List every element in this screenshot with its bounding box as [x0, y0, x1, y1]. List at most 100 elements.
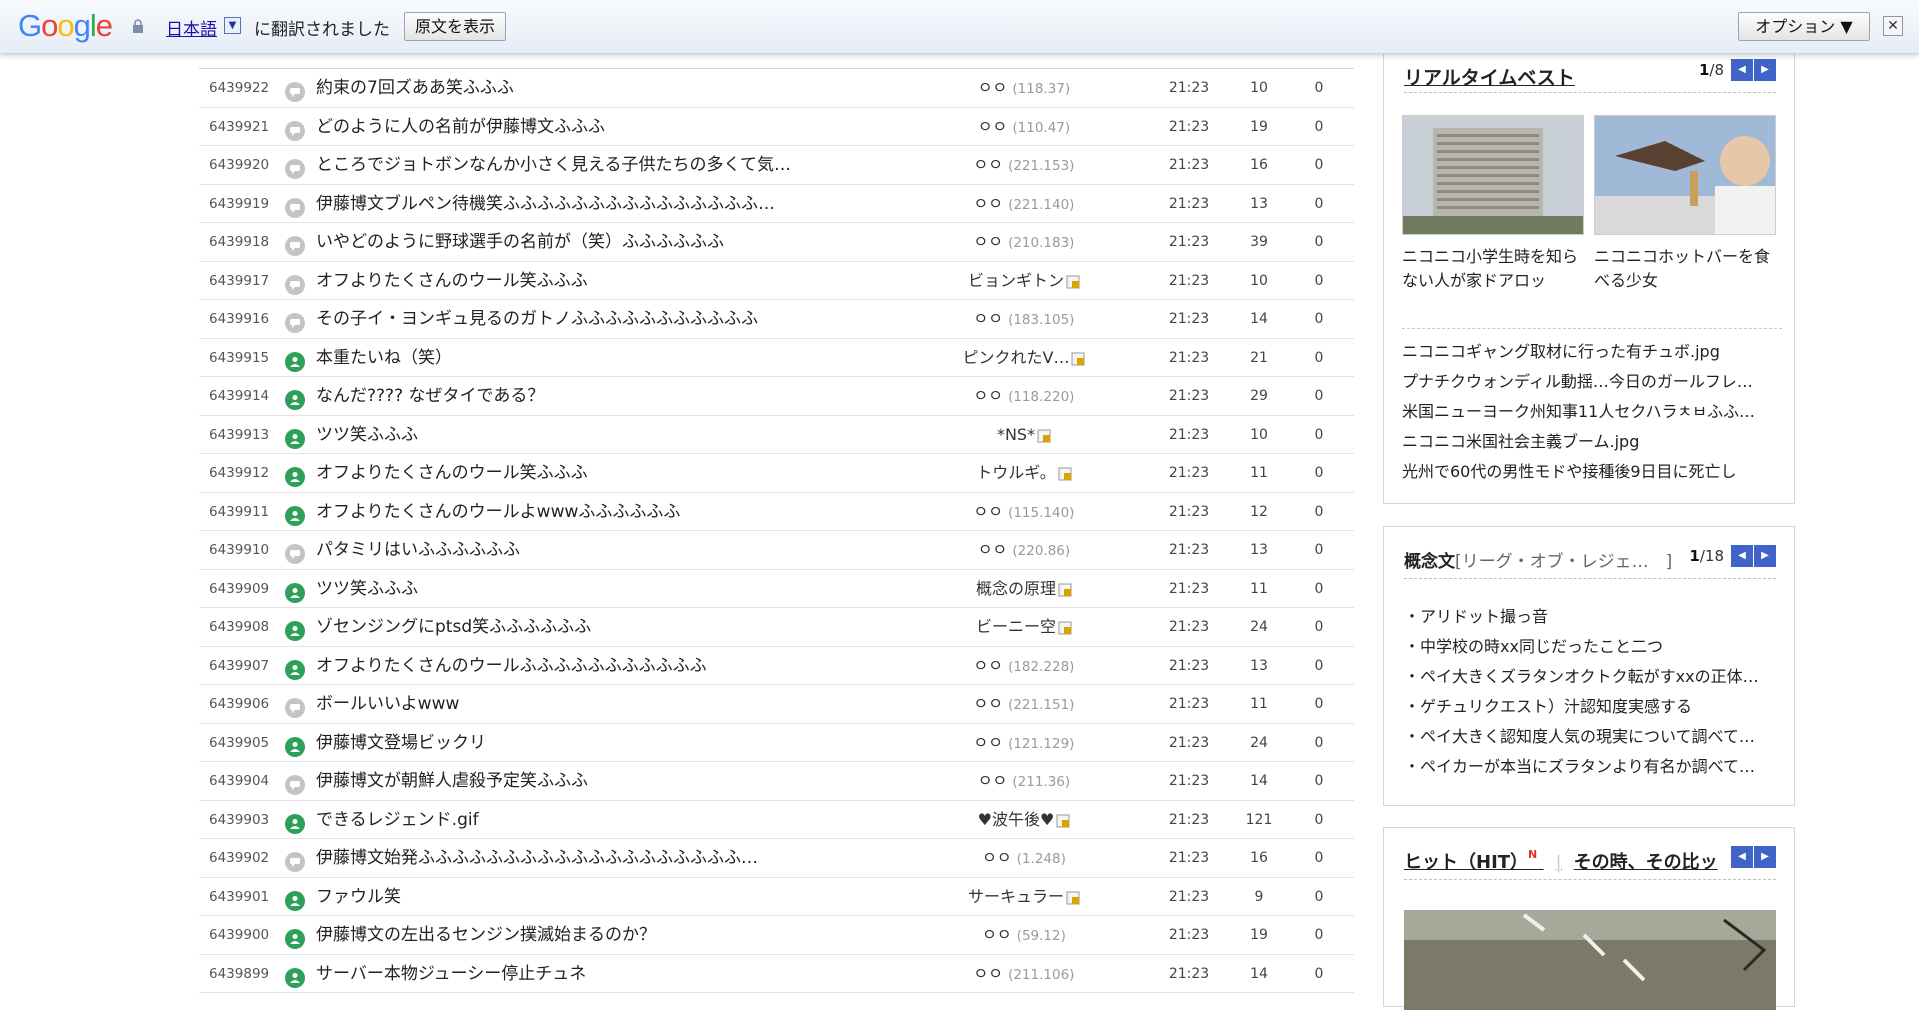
- language-dropdown-icon[interactable]: ▼: [224, 17, 241, 34]
- post-title[interactable]: できるレジェンド.gif: [316, 801, 821, 839]
- post-author[interactable]: ㅇㅇ (183.105): [899, 300, 1149, 338]
- concept-subtitle[interactable]: [リーグ・オブ・レジェ… ]: [1455, 552, 1672, 572]
- post-title[interactable]: サーバー本物ジューシー停止チュネ: [316, 955, 821, 993]
- post-author[interactable]: ㅇㅇ (221.153): [899, 146, 1149, 184]
- author-name[interactable]: ㅇㅇ: [974, 155, 1003, 174]
- author-name[interactable]: サーキュラー: [968, 887, 1064, 906]
- author-name[interactable]: ビョンギトン: [968, 271, 1064, 290]
- post-author[interactable]: ㅇㅇ (110.47): [899, 108, 1149, 146]
- author-name[interactable]: *NS*: [997, 425, 1035, 444]
- author-name[interactable]: ㅇㅇ: [982, 848, 1011, 867]
- hit-image[interactable]: [1404, 910, 1776, 1010]
- post-author[interactable]: ㅇㅇ (211.106): [899, 955, 1149, 993]
- post-author[interactable]: ビョンギトン: [899, 262, 1149, 300]
- post-author[interactable]: ㅇㅇ (220.86): [899, 531, 1149, 569]
- post-author[interactable]: ♥波午後♥: [899, 801, 1149, 839]
- post-title[interactable]: 約束の7回ズああ笑ふふふ: [316, 69, 821, 107]
- table-row[interactable]: 6439905 伊藤博文登場ビックリ ㅇㅇ (121.129) 21:23 24 0: [199, 724, 1354, 762]
- author-name[interactable]: ㅇㅇ: [974, 733, 1003, 752]
- post-title[interactable]: どのように人の名前が伊藤博文ふふふ: [316, 108, 821, 146]
- author-name[interactable]: ピンクれたV…: [963, 348, 1070, 367]
- post-author[interactable]: ㅇㅇ (59.12): [899, 916, 1149, 954]
- post-title[interactable]: なんだ???? なぜタイである？: [316, 377, 821, 415]
- list-item[interactable]: プナチクウォンディル動揺…今日のガールフレ…: [1402, 367, 1782, 397]
- table-row[interactable]: 6439903 できるレジェンド.gif ♥波午後♥ 21:23 121 0: [199, 801, 1354, 839]
- author-name[interactable]: トウルギ。: [976, 463, 1056, 482]
- prev-arrow-icon[interactable]: ◀: [1731, 59, 1753, 81]
- author-name[interactable]: 概念の原理: [976, 579, 1056, 598]
- table-row[interactable]: 6439916 その子イ・ヨンギュ見るのガトノふふふふふふふふふふふ ㅇㅇ (183…: [199, 300, 1354, 339]
- post-author[interactable]: 概念の原理: [899, 570, 1149, 608]
- close-icon[interactable]: ✕: [1883, 16, 1903, 36]
- thumb-image-bird[interactable]: [1594, 115, 1776, 235]
- author-name[interactable]: ㅇㅇ: [974, 694, 1003, 713]
- list-item[interactable]: ニコニコ米国社会主義ブーム.jpg: [1402, 427, 1782, 457]
- prev-arrow-icon[interactable]: ◀: [1731, 545, 1753, 567]
- post-title[interactable]: いやどのように野球選手の名前が（笑）ふふふふふふ: [316, 223, 821, 261]
- show-original-button[interactable]: 原文を表示: [404, 12, 507, 41]
- table-row[interactable]: 6439919 伊藤博文ブルペン待機笑ふふふふふふふふふふふふふふふ… ㅇㅇ (22…: [199, 185, 1354, 223]
- author-name[interactable]: ㅇㅇ: [978, 540, 1007, 559]
- post-title[interactable]: その子イ・ヨンギュ見るのガトノふふふふふふふふふふふ: [316, 300, 821, 338]
- next-arrow-icon[interactable]: ▶: [1754, 59, 1776, 81]
- hit-title[interactable]: ヒット（HIT）: [1404, 852, 1528, 873]
- post-author[interactable]: ㅇㅇ (118.37): [899, 69, 1149, 107]
- author-name[interactable]: ㅇㅇ: [974, 194, 1003, 213]
- post-author[interactable]: ピンクれたV…: [899, 339, 1149, 377]
- post-author[interactable]: ㅇㅇ (115.140): [899, 493, 1149, 531]
- post-title[interactable]: ツツ笑ふふふ: [316, 570, 821, 608]
- post-author[interactable]: トウルギ。: [899, 454, 1149, 492]
- thumb-caption[interactable]: ニコニコ小学生時を知らない人が家ドアロッ: [1402, 245, 1584, 293]
- next-arrow-icon[interactable]: ▶: [1754, 846, 1776, 868]
- thumb-image-apartment[interactable]: [1402, 115, 1584, 235]
- table-row[interactable]: 6439913 ツツ笑ふふふ *NS* 21:23 10 0: [199, 416, 1354, 454]
- list-item[interactable]: ・中学校の時xx同じだったこと二つ: [1404, 632, 1784, 662]
- author-name[interactable]: ㅇㅇ: [974, 964, 1003, 983]
- post-author[interactable]: ㅇㅇ (221.151): [899, 685, 1149, 723]
- table-row[interactable]: 6439904 伊藤博文が朝鮮人虐殺予定笑ふふふ ㅇㅇ (211.36) 21:23 1…: [199, 762, 1354, 801]
- list-item[interactable]: ・アリドット撮っ音: [1404, 602, 1784, 632]
- table-row[interactable]: 6439914 なんだ???? なぜタイである？ ㅇㅇ (118.220) 21:23…: [199, 377, 1354, 416]
- post-title[interactable]: オフよりたくさんのウール笑ふふふ: [316, 454, 821, 492]
- list-item[interactable]: 光州で60代の男性モドや接種後9日目に死亡し: [1402, 457, 1782, 487]
- post-title[interactable]: パタミリはいふふふふふふ: [316, 531, 821, 569]
- post-title[interactable]: 伊藤博文が朝鮮人虐殺予定笑ふふふ: [316, 762, 821, 800]
- list-item[interactable]: 米国ニューヨーク州知事11人セクハラㅊㅂふふ…: [1402, 397, 1782, 427]
- post-title[interactable]: 伊藤博文始発ふふふふふふふふふふふふふふふふふふふ…: [316, 839, 821, 877]
- table-row[interactable]: 6439906 ボールいいよwww ㅇㅇ (221.151) 21:23 11 0: [199, 685, 1354, 724]
- thumb-item[interactable]: ニコニコホットバーを食べる少女: [1594, 115, 1776, 293]
- list-item[interactable]: ・ペイカーが本当にズラタンより有名か調べて…: [1404, 752, 1784, 782]
- post-author[interactable]: ㅇㅇ (121.129): [899, 724, 1149, 762]
- list-item[interactable]: ・ペイ大きく認知度人気の現実について調べて…: [1404, 722, 1784, 752]
- post-title[interactable]: ファウル笑: [316, 878, 821, 916]
- options-button[interactable]: オプション ▼: [1738, 12, 1870, 41]
- concept-title[interactable]: 概念文: [1404, 552, 1455, 572]
- table-row[interactable]: 6439921 どのように人の名前が伊藤博文ふふふ ㅇㅇ (110.47) 21:23…: [199, 108, 1354, 146]
- post-author[interactable]: ㅇㅇ (1.248): [899, 839, 1149, 877]
- post-title[interactable]: 本重たいね（笑）: [316, 339, 821, 377]
- list-item[interactable]: ・ゲチュリクエスト）汁認知度実感する: [1404, 692, 1784, 722]
- language-link[interactable]: 日本語: [166, 15, 217, 40]
- author-name[interactable]: ビーニー空: [976, 617, 1056, 636]
- post-author[interactable]: サーキュラー: [899, 878, 1149, 916]
- post-title[interactable]: ボールいいよwww: [316, 685, 821, 723]
- prev-arrow-icon[interactable]: ◀: [1731, 846, 1753, 868]
- thumb-item[interactable]: ニコニコ小学生時を知らない人が家ドアロッ: [1402, 115, 1584, 293]
- author-name[interactable]: ㅇㅇ: [982, 925, 1011, 944]
- post-title[interactable]: 伊藤博文の左出るセンジン撲滅始まるのか？: [316, 916, 821, 954]
- post-author[interactable]: ㅇㅇ (221.140): [899, 185, 1149, 223]
- post-title[interactable]: オフよりたくさんのウールふふふふふふふふふふふ: [316, 647, 821, 685]
- post-author[interactable]: ビーニー空: [899, 608, 1149, 646]
- table-row[interactable]: 6439900 伊藤博文の左出るセンジン撲滅始まるのか？ ㅇㅇ (59.12) 21:…: [199, 916, 1354, 955]
- table-row[interactable]: 6439899 サーバー本物ジューシー停止チュネ ㅇㅇ (211.106) 21:23…: [199, 955, 1354, 993]
- table-row[interactable]: 6439909 ツツ笑ふふふ 概念の原理 21:23 11 0: [199, 570, 1354, 608]
- table-row[interactable]: 6439901 ファウル笑 サーキュラー 21:23 9 0: [199, 878, 1354, 916]
- post-title[interactable]: ゾセンジングにptsd笑ふふふふふふ: [316, 608, 821, 646]
- author-name[interactable]: ㅇㅇ: [974, 502, 1003, 521]
- post-title[interactable]: オフよりたくさんのウールよwwwふふふふふふ: [316, 493, 821, 531]
- hit-second-title[interactable]: その時、その比ッ: [1574, 852, 1718, 873]
- post-title[interactable]: ところでジョトボンなんか小さく見える子供たちの多くて気…: [316, 146, 821, 184]
- post-title[interactable]: ツツ笑ふふふ: [316, 416, 821, 454]
- list-item[interactable]: ニコニコギャング取材に行った有チュボ.jpg: [1402, 337, 1782, 367]
- table-row[interactable]: 6439920 ところでジョトボンなんか小さく見える子供たちの多くて気… ㅇㅇ (2…: [199, 146, 1354, 185]
